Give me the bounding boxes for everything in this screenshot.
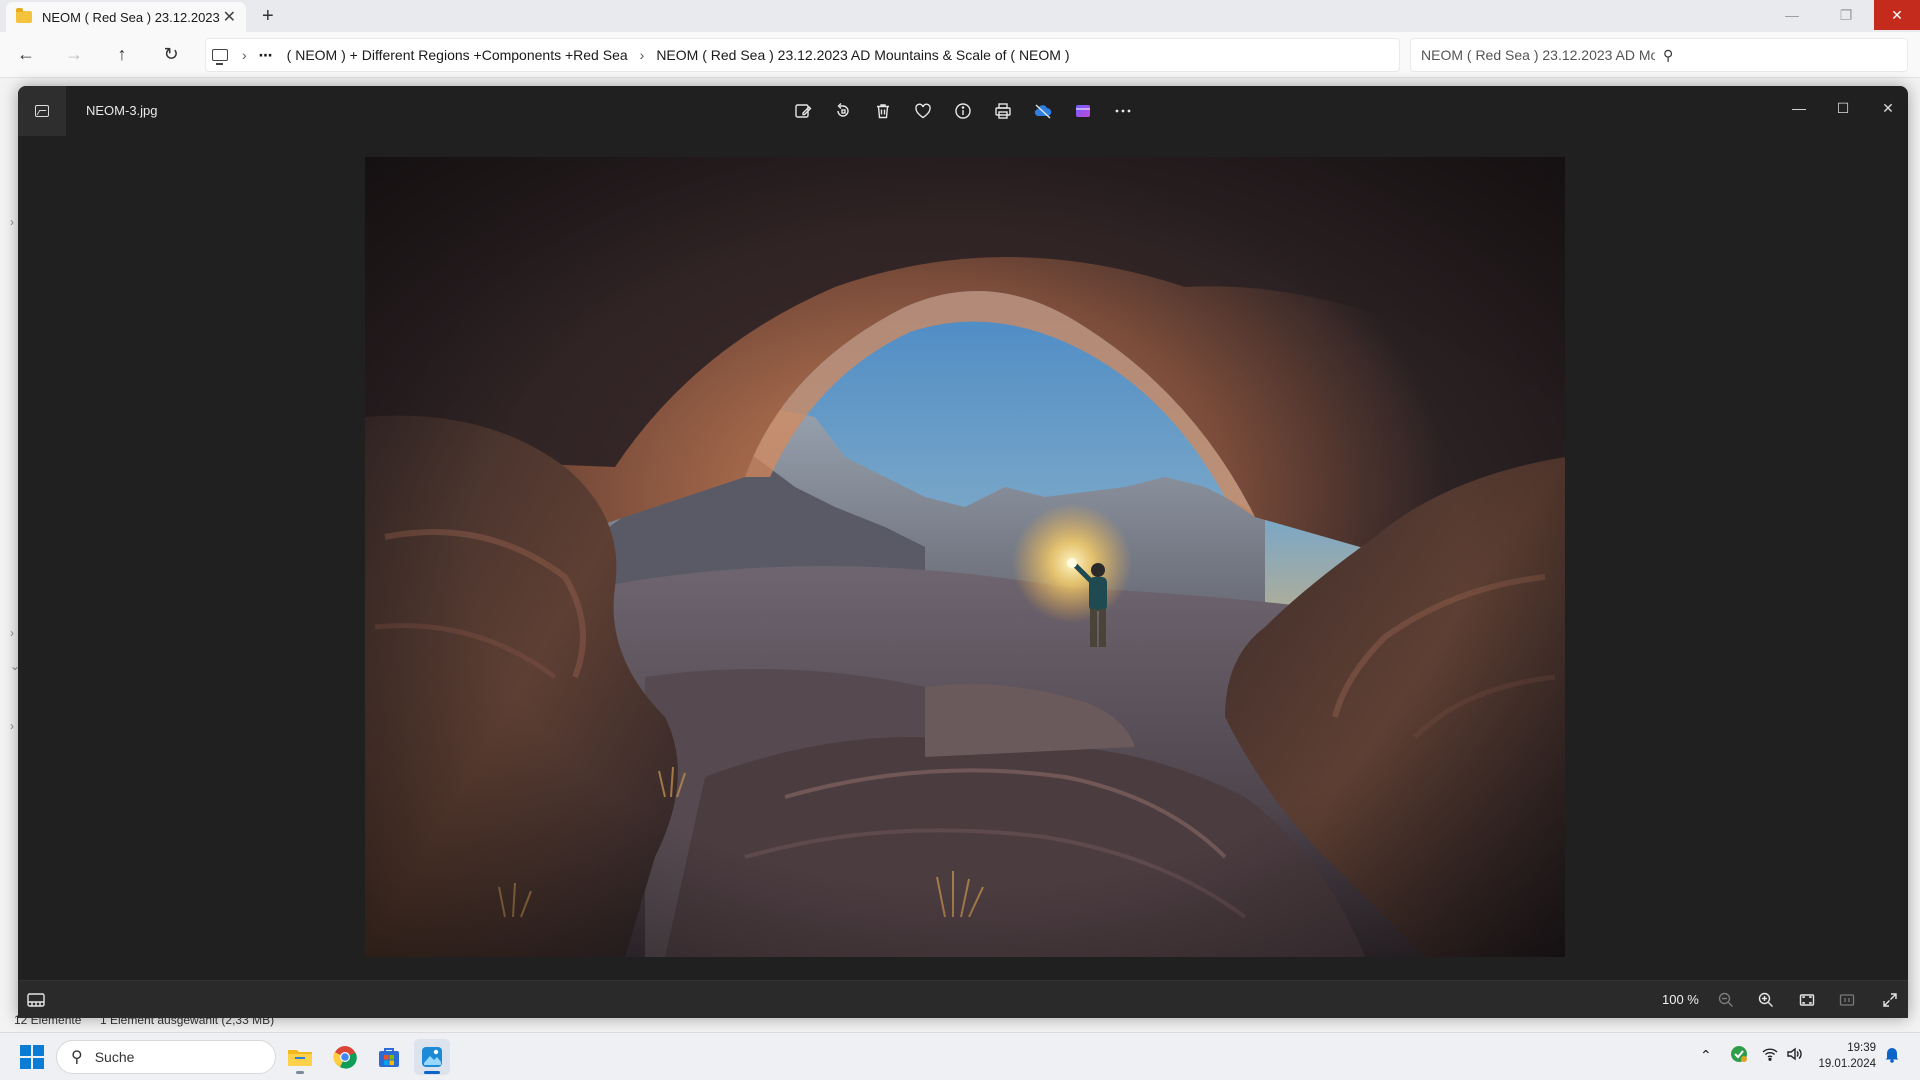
delete-icon[interactable]	[872, 98, 894, 124]
chrome-taskbar-icon[interactable]	[327, 1039, 363, 1075]
photos-viewer-window: NEOM-3.jpg — ☐ ✕ 100 %	[18, 86, 1908, 1018]
search-icon: ⚲	[1663, 46, 1674, 63]
taskbar-search-label: Suche	[94, 1049, 135, 1065]
chevron-right-icon: ›	[639, 47, 645, 63]
breadcrumb[interactable]: › ⋯ ( NEOM ) + Different Regions +Compon…	[205, 38, 1400, 72]
search-placeholder: NEOM ( Red Sea ) 23.12.2023 AD Mountains…	[1421, 47, 1655, 63]
folder-search-input[interactable]: NEOM ( Red Sea ) 23.12.2023 AD Mountains…	[1410, 38, 1908, 72]
security-shield-icon[interactable]	[1730, 1045, 1748, 1066]
forward-button[interactable]: →	[63, 44, 85, 65]
photos-app-icon[interactable]	[18, 86, 66, 136]
edit-image-icon[interactable]	[792, 98, 814, 124]
viewer-maximize-button[interactable]: ☐	[1828, 94, 1858, 122]
search-icon: ⚲	[71, 1049, 83, 1066]
taskbar-clock[interactable]: 19:39 19.01.2024	[1812, 1040, 1876, 1072]
taskbar-search-input[interactable]: ⚲ Suche	[56, 1040, 276, 1074]
fit-to-window-icon[interactable]	[1796, 989, 1818, 1011]
restore-button[interactable]: ❐	[1824, 0, 1868, 30]
zoom-out-icon[interactable]	[1715, 989, 1737, 1011]
photo-canvas[interactable]	[365, 157, 1565, 957]
back-button[interactable]: ←	[15, 44, 37, 65]
viewer-minimize-button[interactable]: —	[1784, 94, 1814, 122]
rotate-icon[interactable]	[832, 98, 854, 124]
full-screen-icon[interactable]	[1879, 989, 1901, 1011]
clock-time: 19:39	[1847, 1042, 1876, 1054]
chevron-right-icon[interactable]: ›	[10, 626, 14, 640]
viewer-title-bar: NEOM-3.jpg — ☐ ✕	[18, 86, 1908, 136]
file-explorer-taskbar-icon[interactable]	[282, 1039, 318, 1075]
volume-icon[interactable]	[1786, 1047, 1802, 1064]
chevron-right-icon[interactable]: ›	[10, 719, 14, 733]
photos-taskbar-icon[interactable]	[414, 1039, 450, 1075]
zoom-in-icon[interactable]	[1755, 989, 1777, 1011]
tab-close-button[interactable]: ✕	[223, 7, 236, 27]
more-options-icon[interactable]	[1112, 98, 1134, 124]
explorer-tab-bar: NEOM ( Red Sea ) 23.12.2023 ✕ + — ❐ ✕	[0, 0, 1920, 32]
onedrive-icon[interactable]	[1032, 98, 1054, 124]
explorer-tab[interactable]: NEOM ( Red Sea ) 23.12.2023 ✕	[6, 2, 246, 32]
chevron-right-icon[interactable]: ›	[10, 215, 14, 229]
address-bar: ← → ↑ ↻ › ⋯ ( NEOM ) + Different Regions…	[0, 32, 1920, 78]
start-button[interactable]	[20, 1045, 44, 1069]
new-tab-button[interactable]: +	[262, 5, 274, 28]
this-pc-icon[interactable]	[212, 49, 228, 65]
file-name: NEOM-3.jpg	[86, 103, 158, 118]
print-icon[interactable]	[992, 98, 1014, 124]
clock-date: 19.01.2024	[1818, 1058, 1876, 1070]
explorer-navigation-pane: › › ⌄ ›	[0, 79, 20, 1029]
breadcrumb-more-button[interactable]: ⋯	[259, 47, 273, 64]
viewer-toolbar	[792, 98, 1134, 124]
viewer-bottom-bar: 100 %	[18, 980, 1908, 1018]
taskbar: ⚲ Suche ⌃ 19:39 19.01.2024	[0, 1032, 1920, 1080]
chevron-right-icon: ›	[242, 47, 247, 63]
notification-bell-icon[interactable]	[1884, 1045, 1900, 1066]
breadcrumb-item[interactable]: ( NEOM ) + Different Regions +Components…	[287, 47, 628, 63]
wifi-icon[interactable]	[1762, 1047, 1778, 1064]
info-icon[interactable]	[952, 98, 974, 124]
tab-title: NEOM ( Red Sea ) 23.12.2023	[42, 9, 220, 25]
viewer-close-button[interactable]: ✕	[1873, 94, 1903, 122]
zoom-level: 100 %	[1662, 992, 1699, 1007]
filmstrip-icon[interactable]	[26, 990, 46, 1010]
actual-size-icon[interactable]	[1836, 989, 1858, 1011]
folder-icon	[16, 8, 32, 23]
microsoft-store-taskbar-icon[interactable]	[371, 1039, 407, 1075]
breadcrumb-item-current[interactable]: NEOM ( Red Sea ) 23.12.2023 AD Mountains…	[656, 47, 1069, 63]
show-hidden-icons-icon[interactable]: ⌃	[1700, 1047, 1712, 1064]
favorite-icon[interactable]	[912, 98, 934, 124]
refresh-button[interactable]: ↻	[160, 44, 182, 65]
minimize-button[interactable]: —	[1770, 0, 1814, 30]
up-button[interactable]: ↑	[111, 44, 133, 65]
close-window-button[interactable]: ✕	[1874, 0, 1920, 30]
clipchamp-icon[interactable]	[1072, 98, 1094, 124]
